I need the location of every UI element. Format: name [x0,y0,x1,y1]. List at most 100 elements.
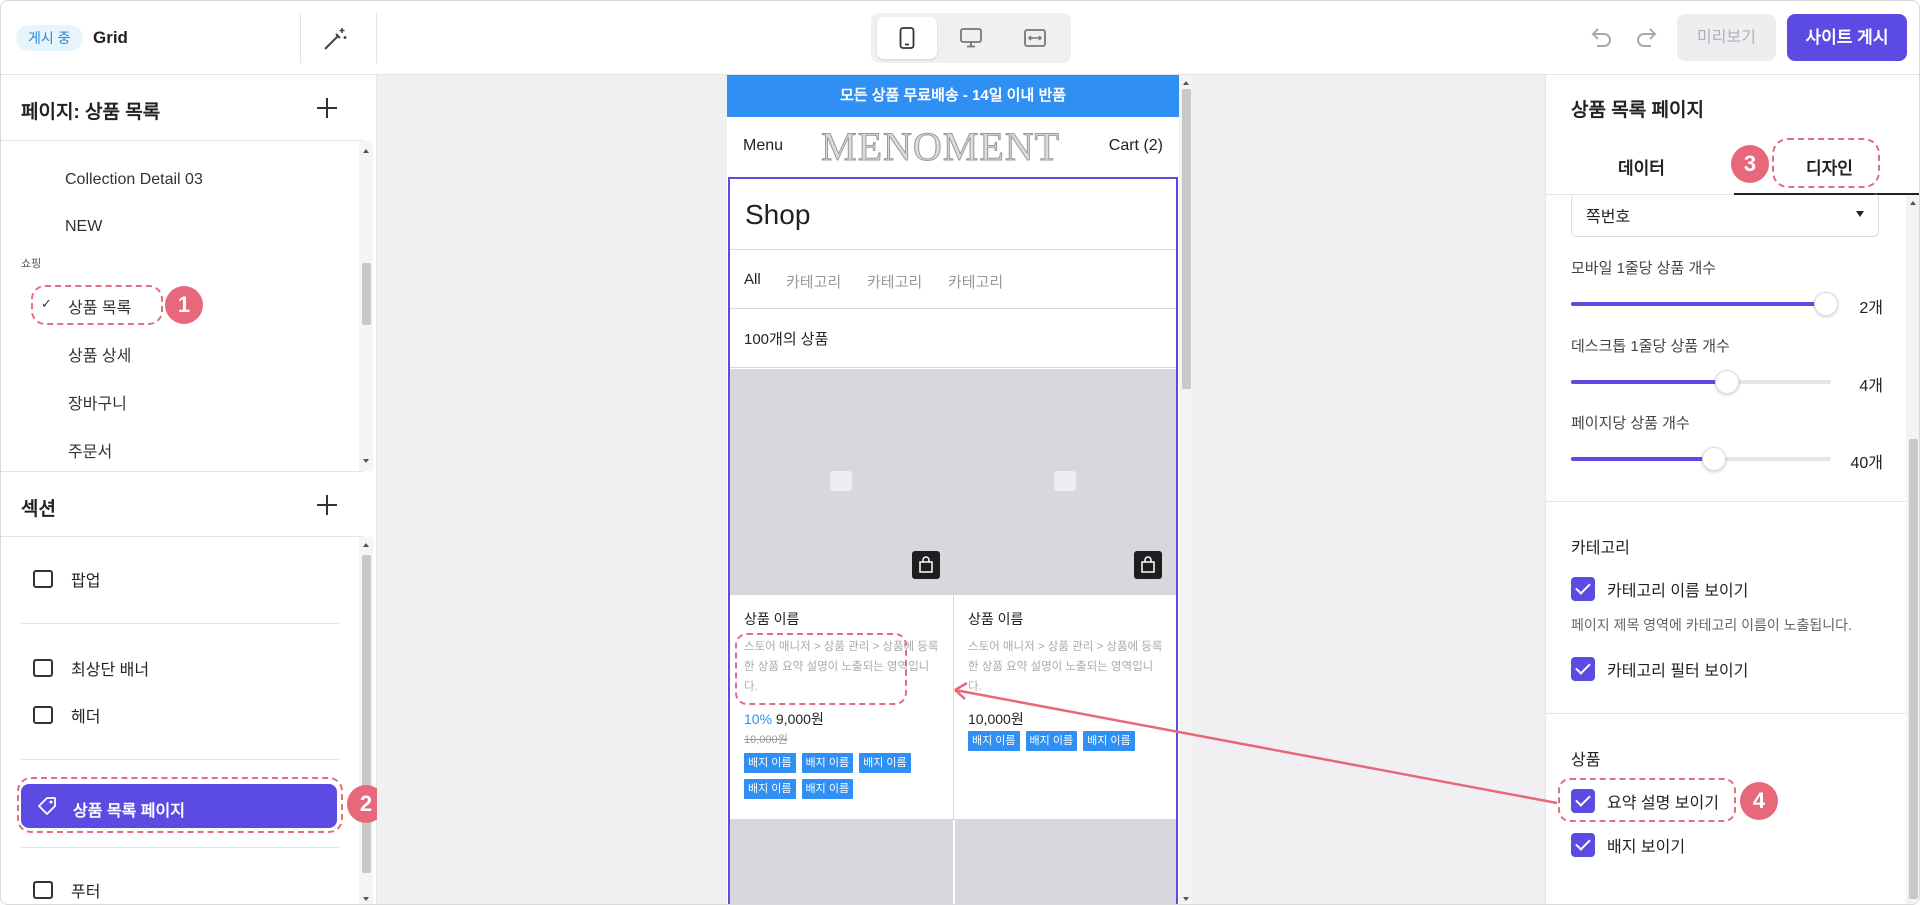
slider-handle[interactable] [1702,447,1726,471]
shop-header[interactable]: Menu MENOMENT Cart (2) [727,117,1179,175]
product-image[interactable] [955,820,1176,904]
preview-button[interactable]: 미리보기 [1677,14,1776,61]
checkbox-label: 카테고리 이름 보이기 [1607,583,1749,600]
badge-list: 배지 이름 배지 이름 배지 이름 [968,731,1168,751]
add-page-icon[interactable] [315,96,339,120]
scroll-thumb[interactable] [362,263,371,325]
menu-link[interactable]: Menu [743,137,783,155]
category-tab-all[interactable]: All [744,271,761,288]
page-item-collection-detail[interactable]: Collection Detail 03 [65,171,203,189]
section-item-top-banner[interactable]: 최상단 배너 [33,653,149,683]
sections-title: 섹션 [21,499,56,520]
settings-title: 상품 목록 페이지 [1571,100,1704,121]
scroll-up-icon[interactable] [1183,81,1189,85]
product-card[interactable]: 상품 이름 스토어 매니저 > 상품 관리 > 상품에 등록한 상품 요약 설명… [954,369,1178,819]
product-price: 10% 9,000원 [744,709,824,729]
responsive-icon[interactable] [1005,17,1065,59]
preview-canvas: 모든 상품 무료배송 - 14일 이내 반품 Menu MENOMENT Car… [377,75,1545,904]
badge-list: 배지 이름 배지 이름 배지 이름 배지 이름 배지 이름 [744,753,944,799]
divider [730,249,1176,250]
shopping-bag-icon[interactable] [912,551,940,579]
pages-header: 페이지: 상품 목록 [1,75,363,141]
pages-scrollbar[interactable] [359,141,373,471]
product-summary: 스토어 매니저 > 상품 관리 > 상품에 등록한 상품 요약 설명이 노출되는… [968,641,1163,693]
product-badge: 배지 이름 [801,753,854,773]
mobile-icon[interactable] [877,17,937,59]
page-item-new[interactable]: NEW [65,218,102,236]
desktop-columns-slider[interactable] [1571,370,1831,394]
site-name[interactable]: Grid [93,28,128,48]
scroll-thumb[interactable] [1909,439,1918,899]
image-placeholder-icon [830,471,852,491]
sections-header: 섹션 [1,471,363,537]
category-tab[interactable]: 카테고리 [948,271,1003,292]
show-badge-checkbox[interactable]: 배지 보이기 [1571,833,1685,857]
product-image[interactable] [730,820,953,904]
checkbox[interactable] [1571,657,1595,681]
scroll-thumb[interactable] [362,555,371,873]
preview-scrollbar[interactable] [1179,75,1193,904]
magic-wand-icon[interactable] [321,25,349,53]
section-icon [33,881,53,899]
page-item-cart[interactable]: 장바구니 [68,390,127,414]
redo-icon[interactable] [1633,23,1663,53]
device-toggle [871,13,1071,63]
checkbox[interactable] [1571,577,1595,601]
annotation-highlight [1772,138,1880,188]
annotation-badge-4: 4 [1740,782,1778,820]
scroll-down-icon[interactable] [363,897,369,901]
slider-label: 페이지당 상품 개수 [1571,415,1690,432]
publish-button[interactable]: 사이트 게시 [1787,14,1907,61]
product-section-title: 상품 [1571,752,1601,769]
sale-price: 9,000원 [775,711,824,727]
section-item-footer[interactable]: 푸터 [33,875,100,904]
slider-handle[interactable] [1715,370,1739,394]
checkbox[interactable] [1571,833,1595,857]
show-category-filter-checkbox[interactable]: 카테고리 필터 보이기 [1571,657,1748,681]
section-label: 최상단 배너 [71,662,150,679]
mobile-columns-slider[interactable] [1571,292,1838,316]
shopping-bag-icon[interactable] [1134,551,1162,579]
slider-handle[interactable] [1813,292,1838,316]
scroll-down-icon[interactable] [1183,897,1189,901]
product-image[interactable] [954,369,1176,595]
product-count: 100개의 상품 [744,331,829,348]
checkbox-label: 배지 보이기 [1607,839,1686,856]
sections-scrollbar[interactable] [359,537,373,904]
product-badge: 배지 이름 [859,753,911,773]
page-item-order[interactable]: 주문서 [68,438,112,462]
pagination-select[interactable]: 쪽번호 [1571,193,1879,237]
scroll-up-icon[interactable] [363,543,369,547]
scroll-up-icon[interactable] [1910,201,1916,205]
divider [376,13,377,63]
product-list-section[interactable]: Shop All 카테고리 카테고리 카테고리 100개의 상품 상품 이름 스… [728,177,1178,904]
tab-data[interactable]: 데이터 [1618,154,1665,179]
category-tab[interactable]: 카테고리 [867,271,922,292]
scroll-up-icon[interactable] [363,149,369,153]
divider [1546,713,1908,714]
product-card[interactable]: 상품 이름 스토어 매니저 > 상품 관리 > 상품에 등록한 상품 요약 설명… [730,369,954,819]
annotation-highlight [1558,778,1736,822]
scroll-thumb[interactable] [1182,89,1191,389]
notice-banner[interactable]: 모든 상품 무료배송 - 14일 이내 반품 [727,75,1179,117]
category-tab[interactable]: 카테고리 [786,271,841,292]
show-category-name-checkbox[interactable]: 카테고리 이름 보이기 [1571,577,1748,601]
product-badge: 배지 이름 [801,779,854,799]
settings-scrollbar[interactable] [1906,195,1919,904]
product-image[interactable] [730,369,954,595]
group-label-shopping: 쇼핑 [21,258,42,270]
cart-link[interactable]: Cart (2) [1109,137,1163,155]
divider [730,308,1176,309]
undo-icon[interactable] [1585,23,1615,53]
desktop-icon[interactable] [941,17,1001,59]
scroll-down-icon[interactable] [363,459,369,463]
slider-fill [1571,380,1727,384]
section-item-header[interactable]: 헤더 [33,700,100,730]
page-item-product-detail[interactable]: 상품 상세 [68,342,131,366]
section-label: 팝업 [71,573,101,590]
per-page-slider[interactable] [1571,447,1831,471]
brand-logo[interactable]: MENOMENT [821,124,1060,169]
slider-value: 2개 [1859,300,1883,317]
section-item-popup[interactable]: 팝업 [33,564,100,594]
add-section-icon[interactable] [315,493,339,517]
